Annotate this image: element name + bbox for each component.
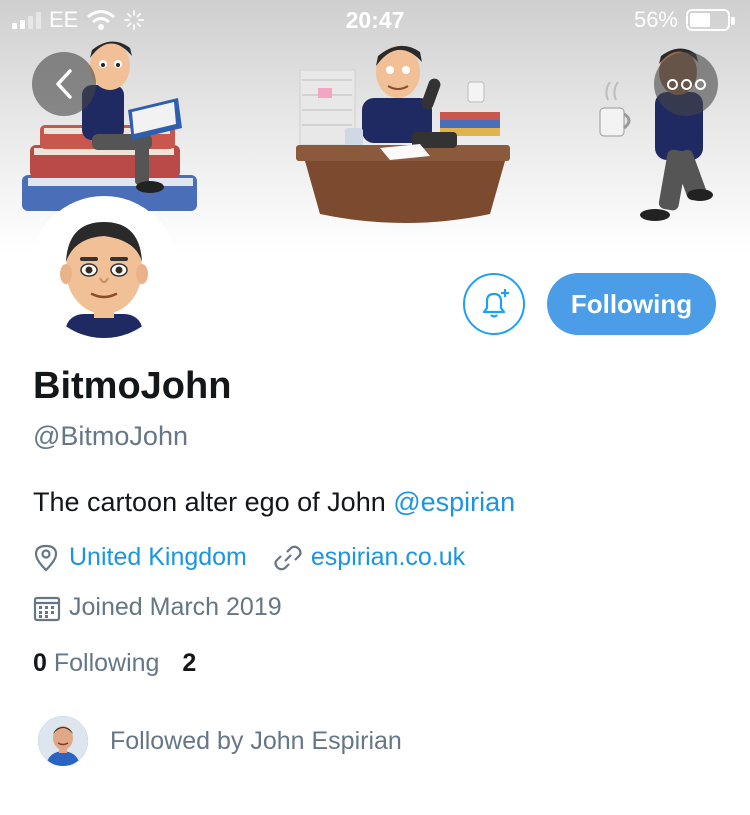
battery-percent: 56%	[633, 7, 678, 32]
desk-bitmoji-illustration	[296, 45, 510, 223]
following-count-link[interactable]: 0 Following	[33, 649, 159, 677]
back-button[interactable]	[32, 52, 96, 116]
link-icon	[274, 545, 302, 570]
notifications-button[interactable]	[463, 273, 525, 335]
following-count: 0	[33, 649, 47, 677]
display-name: BitmoJohn	[33, 365, 232, 407]
joined-date: Joined March 2019	[69, 593, 282, 621]
followed-by-row[interactable]: Followed by John Espirian	[38, 716, 402, 766]
more-dots-icon	[666, 78, 678, 90]
follower-photo-image	[38, 716, 88, 766]
followers-count: 2	[182, 649, 197, 677]
follower-avatar	[38, 716, 88, 766]
location-label: United Kingdom	[69, 543, 247, 571]
calendar-icon	[33, 596, 61, 621]
bitmoji-face-image	[60, 222, 148, 338]
battery-group: 56%	[633, 7, 735, 33]
avatar	[36, 202, 172, 338]
status-bar: EE 20:47 56%	[0, 0, 750, 40]
location-website-row: United Kingdom espirian.co.uk	[33, 543, 465, 572]
followers-count-link[interactable]: 2	[182, 649, 196, 677]
following-button[interactable]: Following	[547, 273, 716, 335]
chevron-left-icon	[56, 69, 72, 99]
following-count-label: Following	[53, 649, 160, 677]
bio-text: The cartoon alter ego of John	[33, 487, 394, 517]
profile-avatar[interactable]	[30, 196, 178, 344]
user-handle: @BitmoJohn	[33, 421, 188, 451]
location-pin-icon	[34, 544, 58, 572]
followed-by-text: Followed by John Espirian	[110, 726, 402, 755]
bio: The cartoon alter ego of John @espirian	[33, 487, 515, 518]
more-options-button[interactable]	[654, 52, 718, 116]
bell-plus-icon	[482, 289, 509, 318]
bio-mention-link[interactable]: @espirian	[393, 487, 515, 517]
website-link[interactable]: espirian.co.uk	[311, 543, 465, 572]
joined-row: Joined March 2019	[33, 593, 282, 622]
follow-counts: 0 Following 2	[33, 649, 196, 678]
battery-icon	[686, 9, 735, 31]
